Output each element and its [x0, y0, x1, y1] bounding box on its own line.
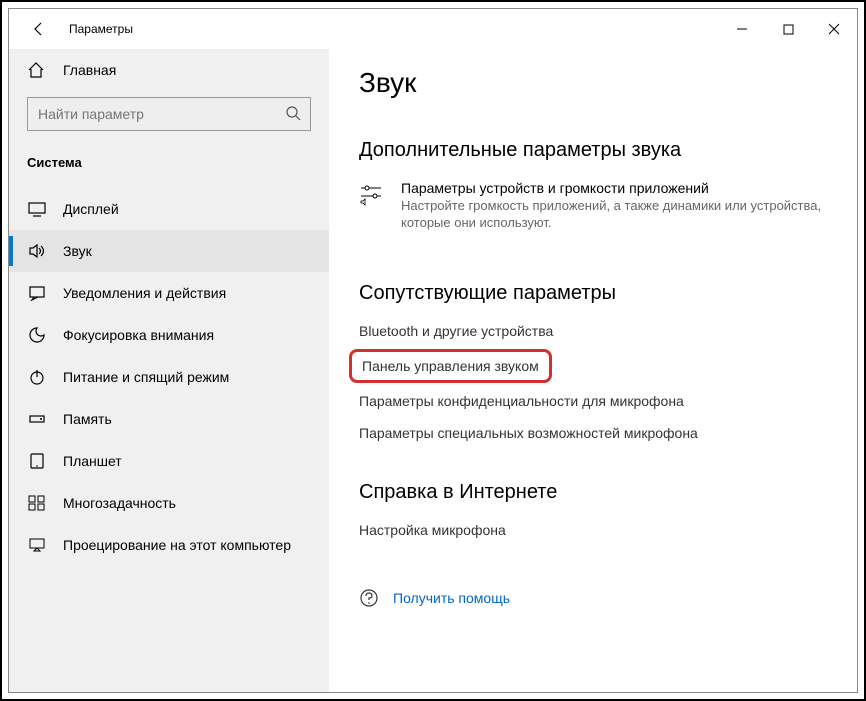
search-input[interactable] [27, 97, 311, 131]
sidebar-item-notifications[interactable]: Уведомления и действия [9, 272, 329, 314]
power-icon [27, 367, 47, 387]
link-sound-control-panel[interactable]: Панель управления звуком [362, 358, 539, 374]
sidebar-item-projecting[interactable]: Проецирование на этот компьютер [9, 524, 329, 566]
sidebar-item-focus[interactable]: Фокусировка внимания [9, 314, 329, 356]
sidebar-item-multitasking[interactable]: Многозадачность [9, 482, 329, 524]
sliders-icon [359, 182, 387, 206]
sidebar-item-label: Фокусировка внимания [63, 327, 214, 343]
sidebar-item-label: Планшет [63, 453, 122, 469]
settings-window: Параметры Главная [0, 0, 866, 701]
minimize-button[interactable] [719, 9, 765, 49]
window-inner: Параметры Главная [8, 8, 858, 693]
app-volume-device-row[interactable]: Параметры устройств и громкости приложен… [359, 180, 827, 232]
sidebar-item-label: Проецирование на этот компьютер [63, 537, 291, 553]
home-label: Главная [63, 62, 116, 78]
group-heading-webhelp: Справка в Интернете [359, 481, 827, 504]
group-heading-advanced: Дополнительные параметры звука [359, 139, 827, 162]
storage-icon [27, 409, 47, 429]
sound-icon [27, 241, 47, 261]
back-button[interactable] [23, 13, 55, 45]
get-help-label: Получить помощь [393, 590, 510, 606]
link-bluetooth[interactable]: Bluetooth и другие устройства [359, 323, 827, 339]
content: Главная Система Дисплей [9, 49, 857, 692]
search-wrap [27, 97, 311, 131]
sidebar-item-power[interactable]: Питание и спящий режим [9, 356, 329, 398]
focus-icon [27, 325, 47, 345]
app-title: Параметры [69, 22, 133, 36]
link-mic-privacy[interactable]: Параметры конфиденциальности для микрофо… [359, 393, 827, 409]
projecting-icon [27, 535, 47, 555]
link-mic-accessibility[interactable]: Параметры специальных возможностей микро… [359, 425, 827, 441]
sidebar: Главная Система Дисплей [9, 49, 329, 692]
close-button[interactable] [811, 9, 857, 49]
maximize-button[interactable] [765, 9, 811, 49]
titlebar: Параметры [9, 9, 857, 49]
multitasking-icon [27, 493, 47, 513]
group-heading-related: Сопутствующие параметры [359, 282, 827, 305]
sidebar-item-label: Питание и спящий режим [63, 369, 229, 385]
home-button[interactable]: Главная [9, 53, 329, 87]
link-mic-setup[interactable]: Настройка микрофона [359, 522, 827, 538]
sidebar-item-tablet[interactable]: Планшет [9, 440, 329, 482]
notifications-icon [27, 283, 47, 303]
sidebar-item-display[interactable]: Дисплей [9, 188, 329, 230]
help-icon [359, 588, 381, 608]
page-title: Звук [359, 67, 827, 99]
highlight-box: Панель управления звуком [349, 349, 552, 383]
sidebar-item-sound[interactable]: Звук [9, 230, 329, 272]
window-controls [719, 9, 857, 49]
sidebar-item-label: Уведомления и действия [63, 285, 226, 301]
setting-desc: Настройте громкость приложений, а также … [401, 198, 827, 232]
get-help-row[interactable]: Получить помощь [359, 588, 827, 608]
home-icon [27, 61, 47, 79]
search-icon [285, 105, 301, 121]
tablet-icon [27, 451, 47, 471]
sidebar-item-label: Дисплей [63, 201, 119, 217]
setting-title: Параметры устройств и громкости приложен… [401, 180, 827, 196]
section-title: Система [9, 149, 329, 188]
sidebar-item-label: Память [63, 411, 112, 427]
display-icon [27, 199, 47, 219]
sidebar-item-label: Звук [63, 243, 92, 259]
sidebar-item-storage[interactable]: Память [9, 398, 329, 440]
sidebar-item-label: Многозадачность [63, 495, 176, 511]
main-panel: Звук Дополнительные параметры звука Пара… [329, 49, 857, 692]
